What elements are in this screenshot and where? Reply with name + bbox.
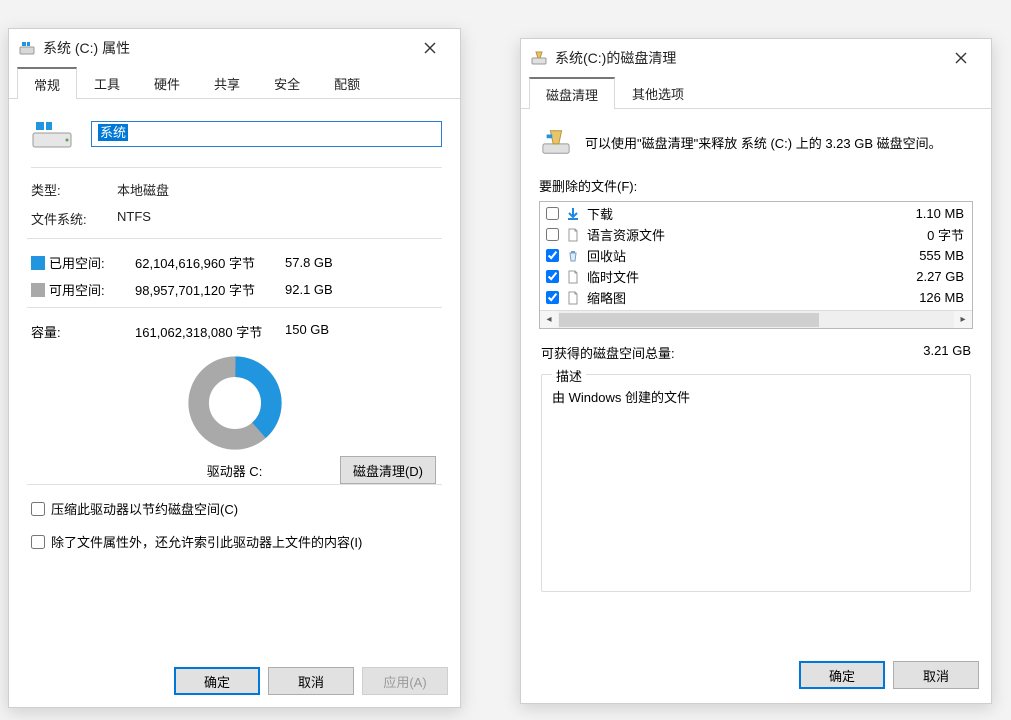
- capacity-label: 容量:: [31, 322, 135, 341]
- tabstrip: 常规 工具 硬件 共享 安全 配额: [9, 67, 460, 99]
- recycle-icon: [565, 248, 581, 264]
- file-name: 回收站: [587, 246, 880, 265]
- horizontal-scrollbar[interactable]: ◂ ▸: [540, 310, 972, 328]
- type-value: 本地磁盘: [117, 180, 169, 199]
- intro-text: 可以使用"磁盘清理"来释放 系统 (C:) 上的 3.23 GB 磁盘空间。: [585, 134, 942, 154]
- file-size: 0 字节: [886, 225, 966, 244]
- gain-value: 3.21 GB: [923, 343, 971, 362]
- files-to-delete-label: 要删除的文件(F):: [539, 176, 973, 195]
- description-group: 描述 由 Windows 创建的文件: [541, 374, 971, 592]
- compress-checkbox-row[interactable]: 压缩此驱动器以节约磁盘空间(C): [31, 499, 438, 518]
- scroll-thumb[interactable]: [559, 313, 819, 327]
- file-size: 1.10 MB: [886, 206, 966, 221]
- cleanup-icon: [531, 50, 547, 66]
- tab-security[interactable]: 安全: [257, 67, 317, 98]
- cleanup-large-icon: [541, 127, 571, 160]
- dialog-title: 系统 (C:) 属性: [43, 38, 402, 58]
- drive-name-value: 系统: [98, 124, 128, 141]
- general-panel: 系统 类型: 本地磁盘 文件系统: NTFS 已用空间: 62,104,616,…: [9, 99, 460, 659]
- free-swatch: [31, 283, 45, 297]
- files-listbox[interactable]: 下载 1.10 MB 语言资源文件 0 字节回收站 555 MB 临时文件 2.27 GB 缩…: [539, 201, 973, 329]
- used-swatch: [31, 256, 45, 270]
- description-text: 由 Windows 创建的文件: [552, 387, 960, 406]
- index-checkbox-row[interactable]: 除了文件属性外，还允许索引此驱动器上文件的内容(I): [31, 532, 438, 551]
- disk-cleanup-dialog: 系统(C:)的磁盘清理 磁盘清理 其他选项 可以使用"磁盘清理"来释放 系统 (…: [520, 38, 992, 704]
- dialog-title: 系统(C:)的磁盘清理: [555, 48, 933, 68]
- apply-button[interactable]: 应用(A): [362, 667, 448, 695]
- drive-name-input[interactable]: 系统: [91, 121, 442, 147]
- file-checkbox[interactable]: [546, 249, 559, 262]
- free-gb: 92.1 GB: [285, 282, 355, 297]
- titlebar[interactable]: 系统 (C:) 属性: [9, 29, 460, 67]
- doc-icon: [565, 269, 581, 285]
- download-icon: [565, 206, 581, 222]
- file-size: 126 MB: [886, 290, 966, 305]
- disk-cleanup-button[interactable]: 磁盘清理(D): [340, 456, 436, 484]
- file-checkbox[interactable]: [546, 291, 559, 304]
- file-row[interactable]: 缩略图 126 MB: [540, 287, 972, 308]
- chart-drive-label: 驱动器 C:: [207, 461, 263, 480]
- tab-quota[interactable]: 配额: [317, 67, 377, 98]
- compress-checkbox[interactable]: [31, 502, 45, 516]
- drive-properties-dialog: 系统 (C:) 属性 常规 工具 硬件 共享 安全 配额 系统: [8, 28, 461, 708]
- close-icon: [955, 52, 967, 64]
- scroll-right-arrow[interactable]: ▸: [954, 311, 972, 329]
- gain-label: 可获得的磁盘空间总量:: [541, 343, 675, 362]
- tab-tools[interactable]: 工具: [77, 67, 137, 98]
- file-name: 语言资源文件: [587, 225, 880, 244]
- tab-hardware[interactable]: 硬件: [137, 67, 197, 98]
- file-row[interactable]: 临时文件 2.27 GB: [540, 266, 972, 287]
- capacity-gb: 150 GB: [285, 322, 355, 341]
- used-gb: 57.8 GB: [285, 255, 355, 270]
- drive-large-icon: [31, 117, 73, 151]
- file-size: 555 MB: [886, 248, 966, 263]
- tab-more-options[interactable]: 其他选项: [615, 77, 701, 108]
- cleanup-panel: 可以使用"磁盘清理"来释放 系统 (C:) 上的 3.23 GB 磁盘空间。 要…: [521, 109, 991, 651]
- file-checkbox[interactable]: [546, 228, 559, 241]
- doc-icon: [565, 227, 581, 243]
- close-button[interactable]: [410, 33, 450, 63]
- file-checkbox[interactable]: [546, 207, 559, 220]
- filesystem-value: NTFS: [117, 209, 151, 228]
- free-label: 可用空间:: [49, 280, 135, 299]
- ok-button[interactable]: 确定: [799, 661, 885, 689]
- compress-label: 压缩此驱动器以节约磁盘空间(C): [51, 499, 238, 518]
- usage-donut-chart: [187, 355, 283, 451]
- cancel-button[interactable]: 取消: [893, 661, 979, 689]
- index-checkbox[interactable]: [31, 535, 45, 549]
- tab-sharing[interactable]: 共享: [197, 67, 257, 98]
- used-bytes: 62,104,616,960 字节: [135, 253, 285, 272]
- close-icon: [424, 42, 436, 54]
- titlebar[interactable]: 系统(C:)的磁盘清理: [521, 39, 991, 77]
- used-label: 已用空间:: [49, 253, 135, 272]
- close-button[interactable]: [941, 43, 981, 73]
- dialog-buttons: 确定 取消: [521, 651, 991, 703]
- tab-general[interactable]: 常规: [17, 67, 77, 99]
- filesystem-label: 文件系统:: [31, 209, 117, 228]
- index-label: 除了文件属性外，还允许索引此驱动器上文件的内容(I): [51, 532, 362, 551]
- dialog-buttons: 确定 取消 应用(A): [9, 659, 460, 707]
- free-bytes: 98,957,701,120 字节: [135, 280, 285, 299]
- type-label: 类型:: [31, 180, 117, 199]
- file-row[interactable]: 语言资源文件 0 字节: [540, 224, 972, 245]
- scroll-left-arrow[interactable]: ◂: [540, 311, 558, 329]
- tabstrip: 磁盘清理 其他选项: [521, 77, 991, 109]
- file-name: 缩略图: [587, 288, 880, 307]
- capacity-bytes: 161,062,318,080 字节: [135, 322, 285, 341]
- tab-disk-cleanup[interactable]: 磁盘清理: [529, 77, 615, 109]
- description-legend: 描述: [552, 366, 586, 385]
- doc-icon: [565, 290, 581, 306]
- file-row[interactable]: 下载 1.10 MB: [540, 203, 972, 224]
- file-size: 2.27 GB: [886, 269, 966, 284]
- file-checkbox[interactable]: [546, 270, 559, 283]
- ok-button[interactable]: 确定: [174, 667, 260, 695]
- file-row[interactable]: 回收站 555 MB: [540, 245, 972, 266]
- cancel-button[interactable]: 取消: [268, 667, 354, 695]
- drive-icon: [19, 40, 35, 56]
- file-name: 下载: [587, 204, 880, 223]
- file-name: 临时文件: [587, 267, 880, 286]
